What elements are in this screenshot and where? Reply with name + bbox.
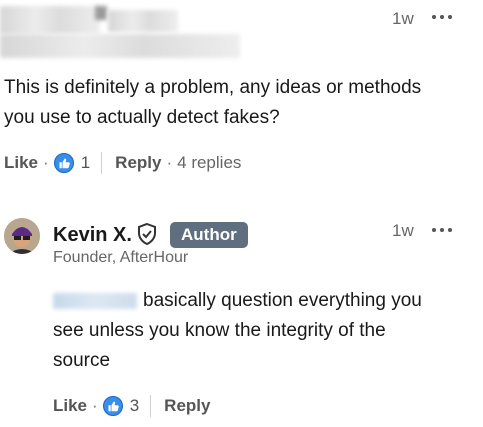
separator-dot: · <box>92 396 98 415</box>
action-divider <box>101 152 103 174</box>
comment-timestamp: 1w <box>392 9 414 28</box>
like-reaction-icon[interactable] <box>102 396 123 416</box>
like-button[interactable]: Like <box>53 396 87 416</box>
author-headline: Founder, AfterHour <box>53 249 189 266</box>
verified-shield-icon <box>136 222 158 251</box>
reply-button[interactable]: Reply <box>164 396 210 416</box>
reply-text-line-3: source <box>53 350 111 371</box>
like-reaction-icon[interactable] <box>53 153 74 173</box>
separator-dot: · <box>43 153 49 172</box>
comment-text-line-1: This is definitely a problem, any ideas … <box>4 77 422 98</box>
comment-action-row: Like · 1 Reply · 4 replies <box>4 151 241 175</box>
blurred-mention <box>53 293 137 309</box>
reply-action-row: Like · 3 Reply <box>53 394 210 418</box>
like-button[interactable]: Like <box>4 153 38 173</box>
reply-text-line-2: see unless you know the integrity of the <box>53 320 386 341</box>
reply-button[interactable]: Reply <box>115 153 161 173</box>
reply-text-line-1: basically question everything you <box>143 290 422 311</box>
like-count[interactable]: 1 <box>81 153 90 173</box>
more-icon[interactable] <box>432 15 452 19</box>
more-icon[interactable] <box>432 228 452 232</box>
avatar[interactable] <box>4 218 40 254</box>
comment-text-line-2: you use to actually detect fakes? <box>4 107 280 128</box>
reply-timestamp: 1w <box>392 221 414 240</box>
separator-dot: · <box>166 153 173 172</box>
author-name[interactable]: Kevin X. <box>53 224 132 247</box>
action-divider <box>150 395 152 417</box>
like-count[interactable]: 3 <box>130 396 139 416</box>
author-badge: Author <box>170 222 248 248</box>
replies-count-link[interactable]: 4 replies <box>177 153 241 173</box>
